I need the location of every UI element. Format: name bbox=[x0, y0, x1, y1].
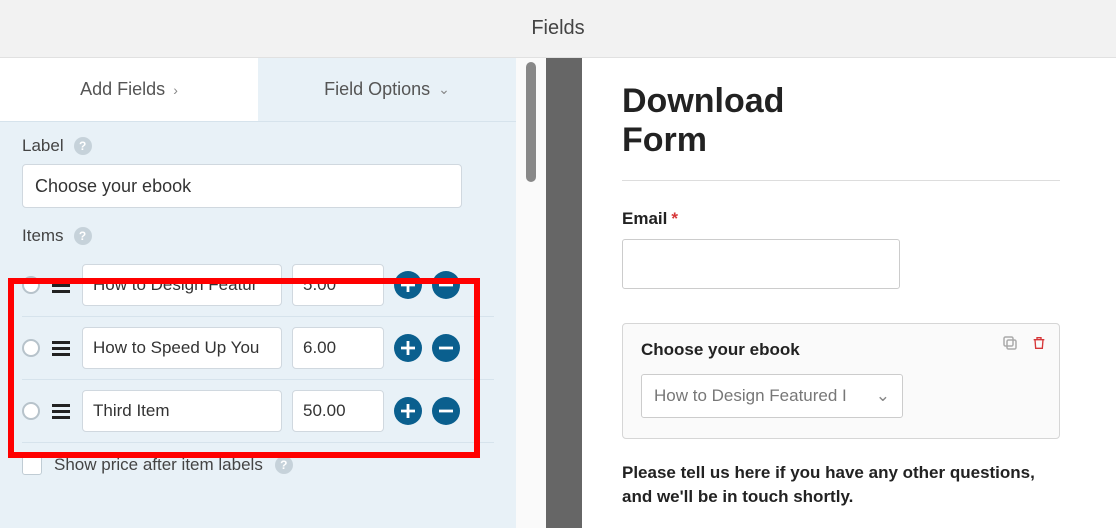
field-editor-panel: Add Fields › Field Options ⌄ Label ? Ite… bbox=[0, 58, 516, 528]
remove-item-button[interactable] bbox=[432, 271, 460, 299]
required-asterisk: * bbox=[671, 209, 678, 229]
tab-field-options[interactable]: Field Options ⌄ bbox=[258, 58, 516, 121]
panel-divider bbox=[546, 58, 582, 528]
form-preview-panel: Download Form Email * Choose your ebook … bbox=[582, 58, 1116, 528]
items-section: Items ? bbox=[22, 226, 494, 475]
drag-handle-icon[interactable] bbox=[50, 402, 72, 421]
drag-handle-icon[interactable] bbox=[50, 339, 72, 358]
left-scrollbar-thumb[interactable] bbox=[526, 62, 536, 182]
block-actions bbox=[1001, 334, 1047, 357]
add-item-button[interactable] bbox=[394, 271, 422, 299]
default-radio[interactable] bbox=[22, 402, 40, 420]
show-price-label: Show price after item labels bbox=[54, 455, 263, 475]
item-price-input[interactable] bbox=[292, 264, 384, 306]
tab-add-fields-label: Add Fields bbox=[80, 79, 165, 100]
page-title: Fields bbox=[531, 17, 584, 40]
remove-item-button[interactable] bbox=[432, 397, 460, 425]
chevron-right-icon: › bbox=[173, 82, 178, 98]
items-heading: Items ? bbox=[22, 226, 494, 246]
label-heading-text: Label bbox=[22, 136, 64, 156]
add-item-button[interactable] bbox=[394, 334, 422, 362]
chevron-down-icon: ⌄ bbox=[438, 81, 450, 98]
email-label-text: Email bbox=[622, 209, 667, 229]
minus-icon bbox=[439, 278, 453, 292]
help-icon[interactable]: ? bbox=[74, 227, 92, 245]
chevron-down-icon: ⌄ bbox=[876, 386, 890, 406]
plus-icon bbox=[401, 404, 415, 418]
minus-icon bbox=[439, 404, 453, 418]
form-note: Please tell us here if you have any othe… bbox=[622, 461, 1060, 509]
item-price-input[interactable] bbox=[292, 327, 384, 369]
duplicate-icon[interactable] bbox=[1001, 334, 1019, 357]
dropdown-select[interactable]: How to Design Featured I ⌄ bbox=[641, 374, 903, 418]
add-item-button[interactable] bbox=[394, 397, 422, 425]
drag-handle-icon[interactable] bbox=[50, 276, 72, 295]
help-icon[interactable]: ? bbox=[275, 456, 293, 474]
form-divider bbox=[622, 180, 1060, 181]
label-input[interactable] bbox=[22, 164, 462, 208]
form-title: Download Form bbox=[622, 82, 872, 160]
email-input[interactable] bbox=[622, 239, 900, 289]
item-price-input[interactable] bbox=[292, 390, 384, 432]
item-name-input[interactable] bbox=[82, 390, 282, 432]
item-row bbox=[22, 380, 494, 443]
label-heading: Label ? bbox=[22, 136, 494, 156]
tab-add-fields[interactable]: Add Fields › bbox=[0, 58, 258, 121]
main-layout: Add Fields › Field Options ⌄ Label ? Ite… bbox=[0, 58, 1116, 528]
plus-icon bbox=[401, 278, 415, 292]
email-label: Email * bbox=[622, 209, 1060, 229]
page-header: Fields bbox=[0, 0, 1116, 58]
tab-field-options-label: Field Options bbox=[324, 79, 430, 100]
default-radio[interactable] bbox=[22, 276, 40, 294]
item-name-input[interactable] bbox=[82, 264, 282, 306]
default-radio[interactable] bbox=[22, 339, 40, 357]
left-scrollbar-track bbox=[516, 58, 546, 528]
dropdown-selected: How to Design Featured I bbox=[654, 386, 847, 406]
minus-icon bbox=[439, 341, 453, 355]
item-row bbox=[22, 317, 494, 380]
items-heading-text: Items bbox=[22, 226, 64, 246]
show-price-row: Show price after item labels ? bbox=[22, 455, 494, 475]
plus-icon bbox=[401, 341, 415, 355]
dropdown-field-block[interactable]: Choose your ebook How to Design Featured… bbox=[622, 323, 1060, 439]
dropdown-label: Choose your ebook bbox=[641, 340, 1041, 360]
item-row bbox=[22, 254, 494, 317]
remove-item-button[interactable] bbox=[432, 334, 460, 362]
help-icon[interactable]: ? bbox=[74, 137, 92, 155]
field-options-body: Label ? Items ? bbox=[0, 122, 516, 485]
item-name-input[interactable] bbox=[82, 327, 282, 369]
trash-icon[interactable] bbox=[1031, 334, 1047, 357]
show-price-checkbox[interactable] bbox=[22, 455, 42, 475]
editor-tabs: Add Fields › Field Options ⌄ bbox=[0, 58, 516, 122]
